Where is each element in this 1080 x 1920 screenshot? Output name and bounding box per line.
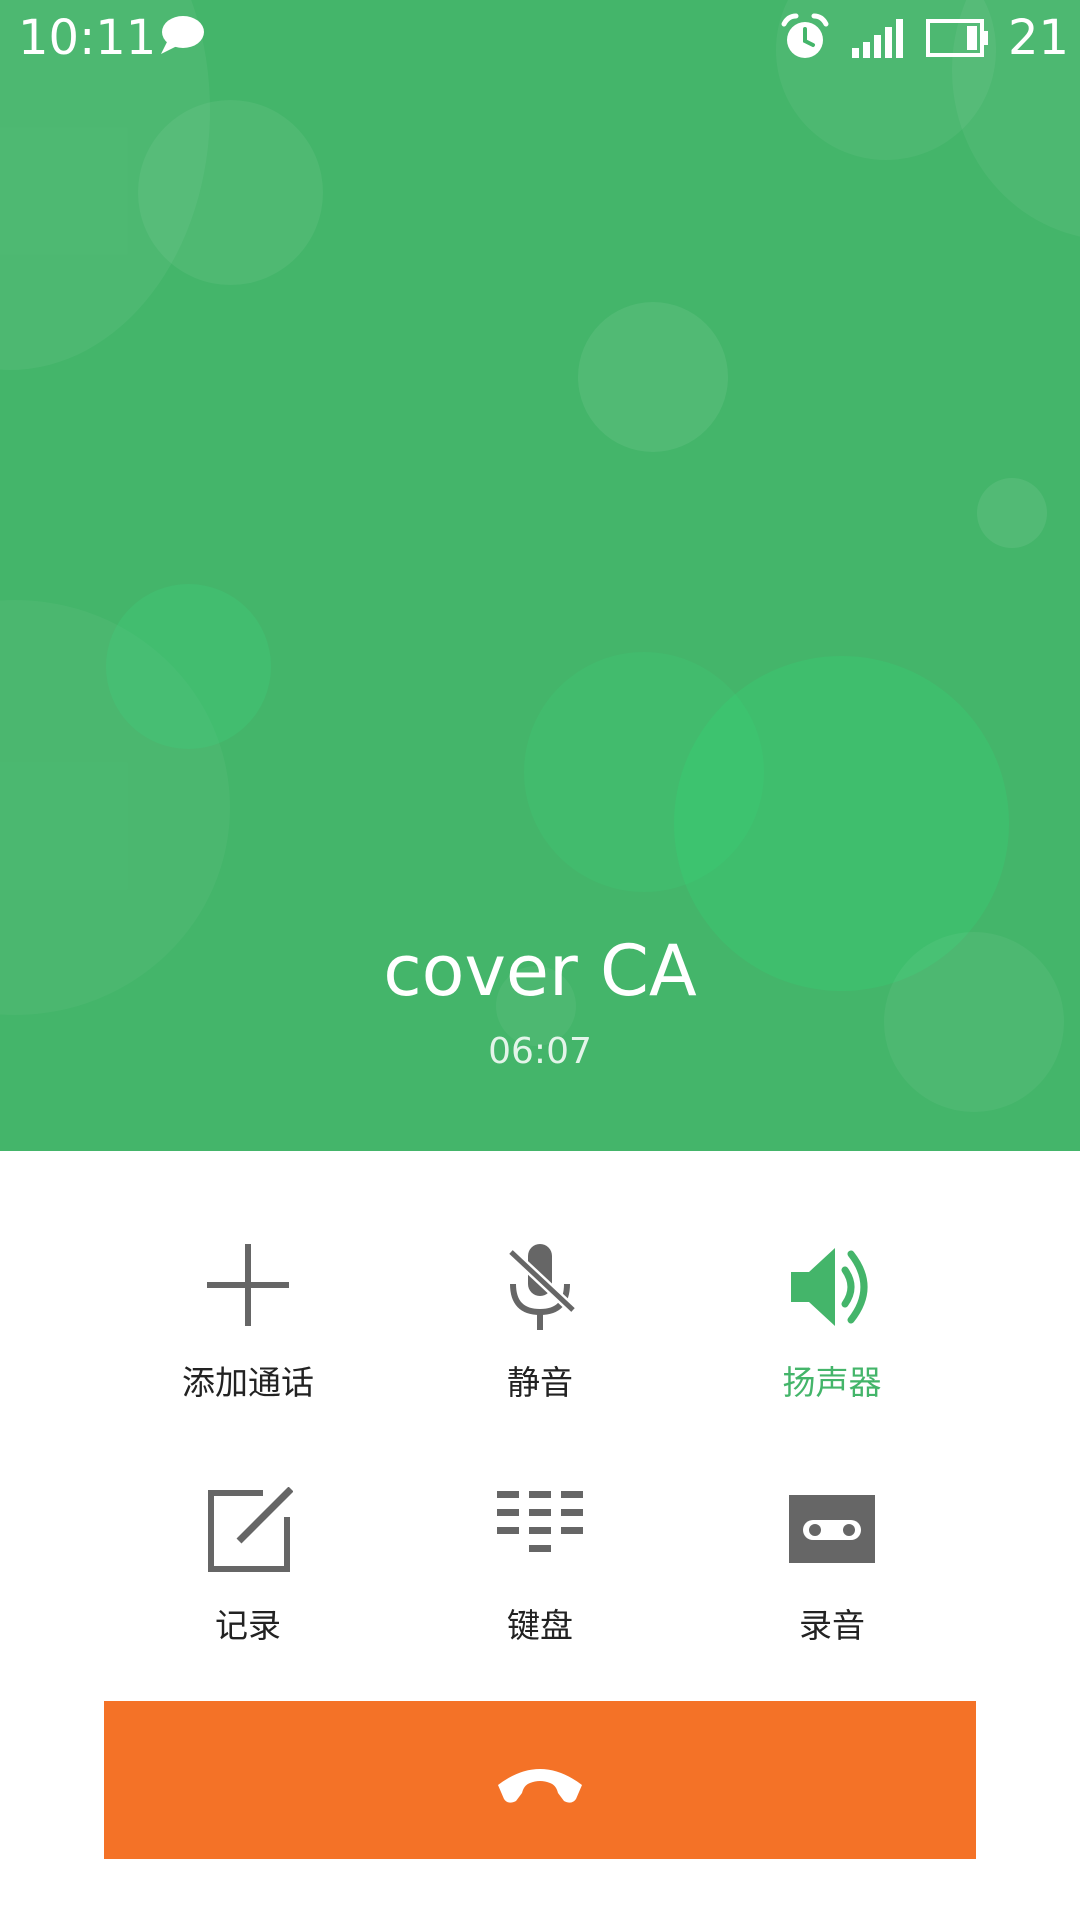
record-icon (789, 1495, 875, 1563)
notes-label: 记录 (215, 1606, 281, 1645)
status-time: 10:11 (18, 10, 157, 66)
speaker-icon (791, 1248, 868, 1326)
background-bubble (977, 478, 1047, 548)
mute-label: 静音 (507, 1363, 573, 1402)
background-bubble (106, 584, 271, 749)
background-bubble (138, 100, 323, 285)
add-call-button[interactable]: 添加通话 (98, 1244, 398, 1434)
battery-level: 21 (1008, 10, 1070, 66)
alarm-icon (781, 13, 829, 58)
notes-button[interactable]: 记录 (98, 1487, 398, 1677)
mute-button[interactable]: 静音 (390, 1244, 690, 1434)
battery-icon (926, 19, 988, 57)
call-header: 10:11 21 cover CA 06:07 (0, 0, 1080, 1151)
dialpad-label: 键盘 (507, 1606, 573, 1645)
speaker-label: 扬声器 (782, 1363, 882, 1402)
add-call-label: 添加通话 (182, 1363, 314, 1402)
signal-icon (852, 19, 903, 58)
dialpad-icon (497, 1491, 583, 1552)
speaker-button[interactable]: 扬声器 (682, 1244, 982, 1434)
plus-icon (207, 1244, 289, 1326)
note-edit-icon (208, 1487, 293, 1572)
record-label: 录音 (799, 1606, 865, 1645)
message-icon (161, 16, 204, 54)
status-bar: 10:11 21 (0, 0, 1080, 80)
caller-name: cover CA (383, 930, 697, 1012)
dialpad-button[interactable]: 键盘 (390, 1487, 690, 1677)
end-call-button[interactable] (104, 1701, 976, 1859)
mic-off-icon (507, 1244, 577, 1330)
record-button[interactable]: 录音 (682, 1487, 982, 1677)
end-call-icon (498, 1769, 582, 1803)
background-bubble (578, 302, 728, 452)
call-duration: 06:07 (488, 1031, 592, 1072)
